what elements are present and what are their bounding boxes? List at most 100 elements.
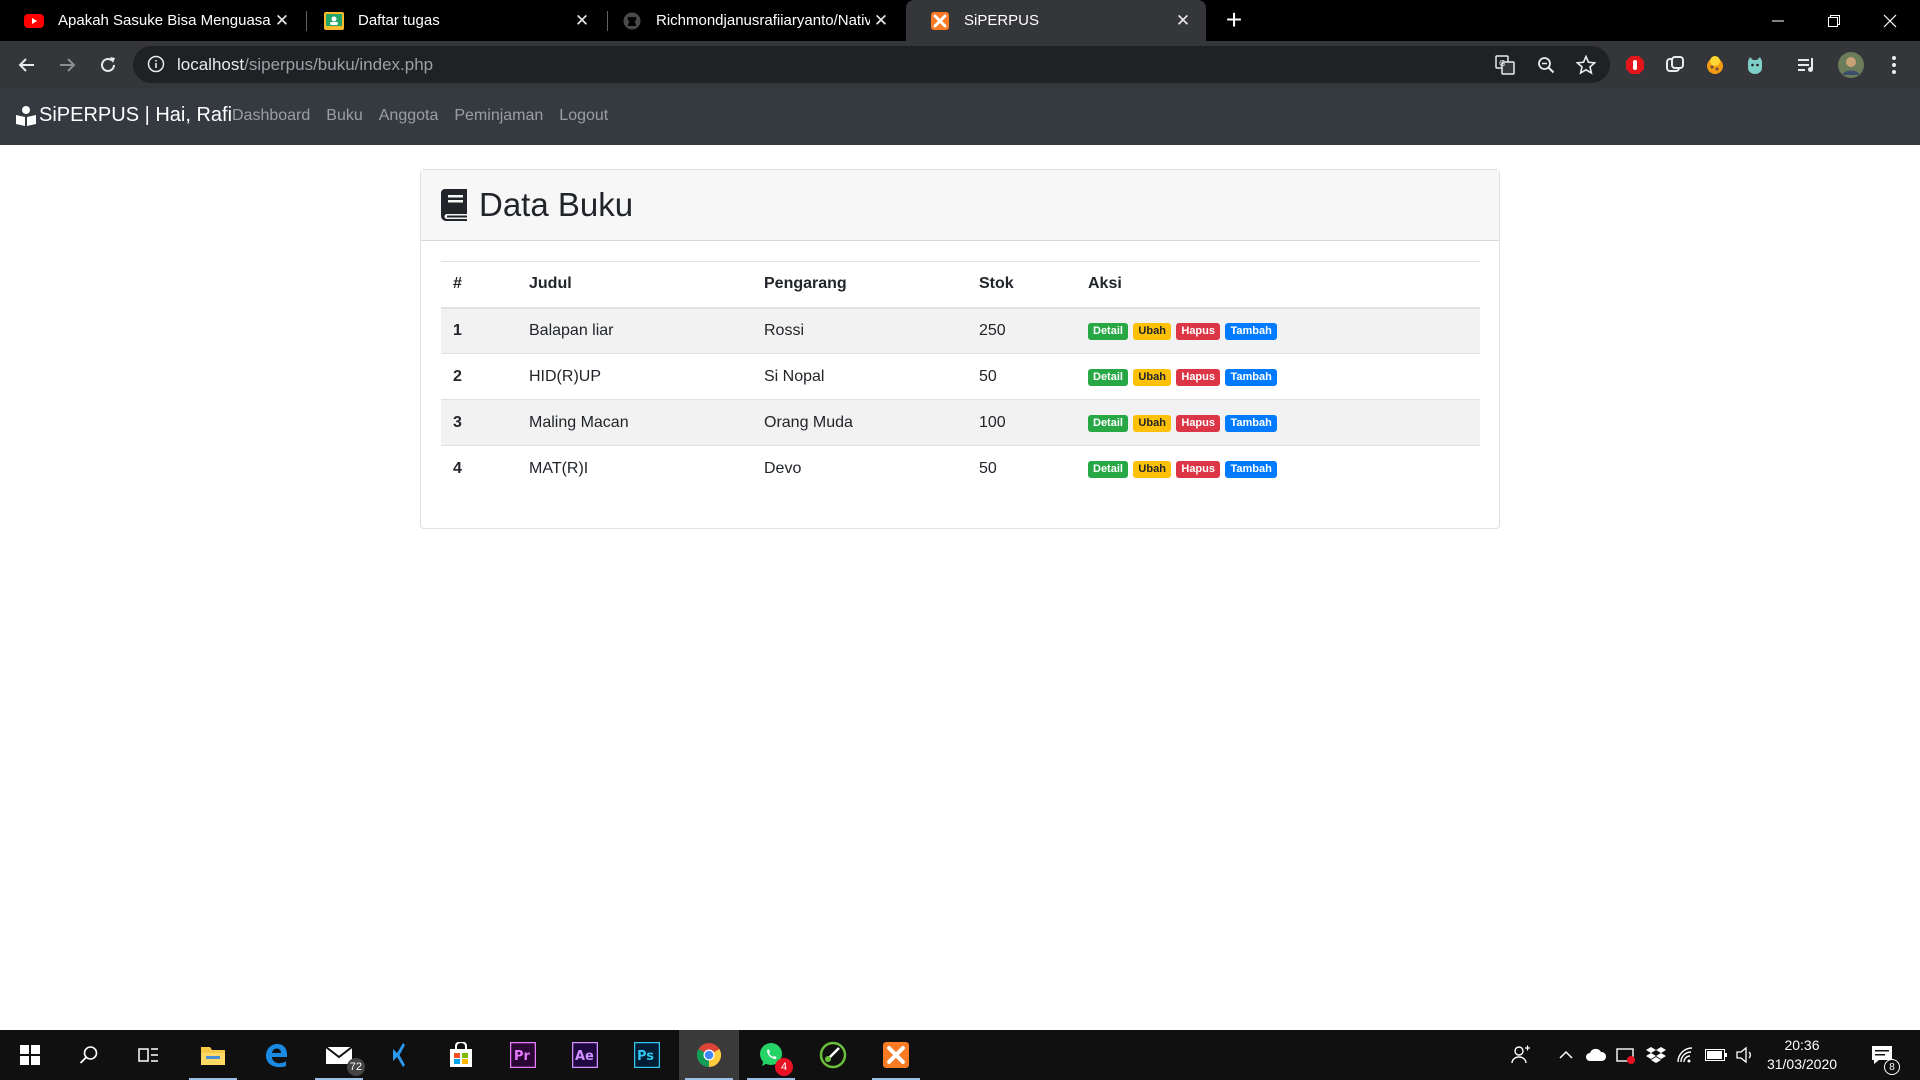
- navbar-brand[interactable]: SiPERPUS | Hai, Rafi: [15, 104, 232, 127]
- new-tab-button[interactable]: +: [1220, 6, 1248, 35]
- battery-icon[interactable]: [1704, 1044, 1728, 1066]
- search-button[interactable]: [59, 1030, 119, 1080]
- action-center-button[interactable]: 8: [1866, 1039, 1900, 1075]
- table-header-row: # Judul Pengarang Stok Aksi: [441, 261, 1480, 309]
- ubah-button[interactable]: Ubah: [1133, 323, 1171, 341]
- windows-taskbar: 72 Pr Ae Ps 4 20:36 31/03/2020 8: [0, 1030, 1920, 1080]
- xampp-button[interactable]: [866, 1030, 926, 1080]
- extension-icon[interactable]: [1663, 53, 1687, 77]
- tab-youtube[interactable]: Apakah Sasuke Bisa Menguasai S ✕: [0, 0, 305, 41]
- address-bar[interactable]: localhost/siperpus/buku/index.php G: [133, 46, 1610, 83]
- media-control-icon[interactable]: [1795, 53, 1819, 77]
- nav-anggota[interactable]: Anggota: [379, 107, 439, 125]
- whatsapp-button[interactable]: 4: [741, 1030, 801, 1080]
- menu-kebab-icon[interactable]: [1882, 53, 1906, 77]
- edge-icon: [266, 1044, 287, 1067]
- adblock-icon[interactable]: [1623, 53, 1647, 77]
- nav-buku[interactable]: Buku: [326, 107, 362, 125]
- profile-avatar[interactable]: [1837, 51, 1865, 79]
- url-host: localhost: [177, 55, 245, 74]
- vscode-button[interactable]: [370, 1030, 430, 1080]
- ubah-button[interactable]: Ubah: [1133, 369, 1171, 386]
- quick-tool-button[interactable]: [803, 1030, 863, 1080]
- file-explorer-button[interactable]: [183, 1030, 243, 1080]
- tambah-button[interactable]: Tambah: [1225, 323, 1277, 341]
- after-effects-icon: Ae: [572, 1042, 598, 1068]
- edge-button[interactable]: [246, 1030, 306, 1080]
- chrome-button[interactable]: [679, 1030, 739, 1080]
- book-stock: 50: [967, 445, 1076, 492]
- url-text[interactable]: localhost/siperpus/buku/index.php: [177, 55, 433, 75]
- cat-extension-icon[interactable]: [1743, 53, 1767, 77]
- chevron-up-icon[interactable]: [1554, 1044, 1578, 1066]
- row-actions: Detail Ubah Hapus Tambah: [1076, 445, 1480, 492]
- restore-icon: [1828, 14, 1840, 27]
- security-alert-icon[interactable]: [1614, 1044, 1638, 1066]
- svg-text:Ae: Ae: [575, 1049, 594, 1064]
- close-icon[interactable]: ✕: [271, 10, 293, 32]
- table-row: 2 HID(R)UP Si Nopal 50 Detail Ubah Hapus…: [441, 353, 1480, 400]
- tab-github[interactable]: Richmondjanusrafiiaryanto/Nativ ✕: [598, 0, 904, 41]
- hapus-button[interactable]: Hapus: [1176, 415, 1220, 432]
- tambah-button[interactable]: Tambah: [1225, 369, 1277, 386]
- nav-logout[interactable]: Logout: [559, 107, 608, 125]
- tambah-button[interactable]: Tambah: [1225, 415, 1277, 432]
- back-button[interactable]: [12, 50, 42, 80]
- whatsapp-badge: 4: [775, 1058, 793, 1076]
- premiere-button[interactable]: Pr: [493, 1030, 553, 1080]
- mail-button[interactable]: 72: [309, 1030, 369, 1080]
- detail-button[interactable]: Detail: [1088, 323, 1128, 341]
- column-header-pengarang: Pengarang: [752, 261, 967, 309]
- translate-icon[interactable]: G: [1495, 55, 1515, 75]
- bookmark-star-icon[interactable]: [1576, 55, 1596, 75]
- arrow-left-icon: [18, 58, 34, 72]
- system-clock[interactable]: 20:36 31/03/2020: [1762, 1036, 1842, 1074]
- restore-button[interactable]: [1806, 0, 1862, 41]
- github-icon: [622, 11, 642, 31]
- book-author: Devo: [752, 445, 967, 492]
- nav-peminjaman[interactable]: Peminjaman: [454, 107, 543, 125]
- dropbox-icon[interactable]: [1644, 1044, 1668, 1066]
- after-effects-button[interactable]: Ae: [555, 1030, 615, 1080]
- volume-icon[interactable]: [1734, 1044, 1758, 1066]
- detail-button[interactable]: Detail: [1088, 369, 1128, 386]
- hapus-button[interactable]: Hapus: [1176, 323, 1220, 341]
- close-icon[interactable]: ✕: [571, 10, 593, 32]
- detail-button[interactable]: Detail: [1088, 461, 1128, 479]
- tab-daftar-tugas[interactable]: Daftar tugas ✕: [300, 0, 605, 41]
- forward-button[interactable]: [52, 50, 82, 80]
- svg-text:Pr: Pr: [514, 1049, 531, 1064]
- svg-text:G: G: [1499, 59, 1505, 68]
- data-buku-card: Data Buku # Judul Pengarang Stok Aksi 1 …: [420, 169, 1500, 529]
- wifi-icon[interactable]: [1674, 1044, 1698, 1066]
- cookie-extension-icon[interactable]: [1703, 53, 1727, 77]
- close-window-button[interactable]: [1862, 0, 1918, 41]
- tab-siperpus[interactable]: SiPERPUS ✕: [906, 0, 1206, 41]
- task-view-button[interactable]: [119, 1030, 179, 1080]
- zoom-icon[interactable]: [1536, 55, 1556, 75]
- row-number: 2: [441, 353, 517, 400]
- detail-button[interactable]: Detail: [1088, 415, 1128, 432]
- book-author: Si Nopal: [752, 353, 967, 400]
- reload-button[interactable]: [93, 50, 123, 80]
- onedrive-icon[interactable]: [1584, 1044, 1608, 1066]
- tab-title: Apakah Sasuke Bisa Menguasai S: [58, 12, 271, 29]
- people-icon[interactable]: [1509, 1044, 1533, 1066]
- ubah-button[interactable]: Ubah: [1133, 415, 1171, 432]
- start-button[interactable]: [0, 1030, 60, 1080]
- photoshop-button[interactable]: Ps: [617, 1030, 677, 1080]
- hapus-button[interactable]: Hapus: [1176, 461, 1220, 479]
- nav-dashboard[interactable]: Dashboard: [232, 107, 310, 125]
- close-icon[interactable]: ✕: [1172, 10, 1194, 32]
- ubah-button[interactable]: Ubah: [1133, 461, 1171, 479]
- notification-badge: 8: [1884, 1059, 1900, 1075]
- store-button[interactable]: [431, 1030, 491, 1080]
- tambah-button[interactable]: Tambah: [1225, 461, 1277, 479]
- close-icon[interactable]: ✕: [870, 10, 892, 32]
- photoshop-icon: Ps: [634, 1042, 660, 1068]
- hapus-button[interactable]: Hapus: [1176, 369, 1220, 386]
- info-icon[interactable]: [147, 55, 165, 78]
- app-navbar: SiPERPUS | Hai, Rafi Dashboard Buku Angg…: [0, 88, 1920, 145]
- minimize-button[interactable]: [1750, 0, 1806, 41]
- browser-toolbar: localhost/siperpus/buku/index.php G: [0, 41, 1920, 88]
